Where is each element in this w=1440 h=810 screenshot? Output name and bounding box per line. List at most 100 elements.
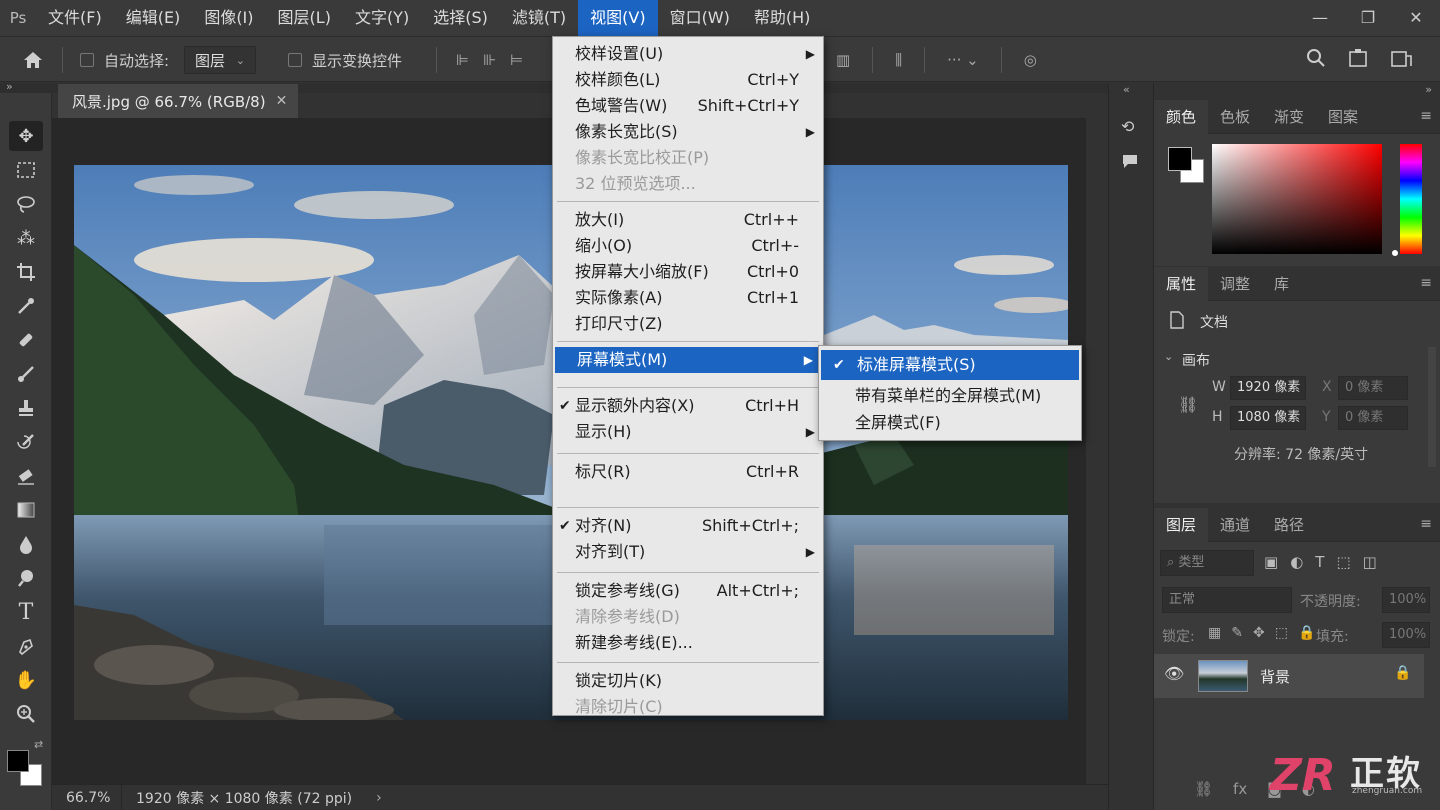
document-tab[interactable]: 风景.jpg @ 66.7% (RGB/8) ✕ [58, 84, 298, 118]
view-menu-item[interactable]: 像素长宽比(S) ▶ [553, 119, 823, 145]
view-menu-item[interactable]: 校样设置(U) ▶ [553, 41, 823, 67]
blur-tool-icon[interactable] [9, 529, 43, 559]
auto-select-dropdown[interactable]: 图层 ⌄ [184, 46, 256, 74]
align-right-icon[interactable]: ⊨ [510, 51, 523, 69]
close-tab-icon[interactable]: ✕ [276, 93, 288, 109]
menu-file[interactable]: 文件(F) [36, 0, 114, 36]
pen-tool-icon[interactable] [9, 631, 43, 661]
type-tool-icon[interactable]: T [9, 597, 43, 627]
menu-help[interactable]: 帮助(H) [742, 0, 823, 36]
brush-tool-icon[interactable] [9, 359, 43, 389]
lasso-tool-icon[interactable] [9, 189, 43, 219]
vertical-scrollbar[interactable] [1086, 118, 1108, 784]
collapse-panels-icon[interactable]: « [1123, 83, 1130, 96]
screen-mode-item[interactable]: ✔ 标准屏幕模式(S) [821, 350, 1079, 380]
menu-layer[interactable]: 图层(L) [266, 0, 343, 36]
foreground-color-swatch[interactable] [7, 750, 29, 772]
menu-image[interactable]: 图像(I) [192, 0, 265, 36]
layer-name[interactable]: 背景 [1260, 666, 1290, 687]
lock-image-icon[interactable]: ✎ [1231, 625, 1243, 641]
fx-icon[interactable]: fx [1233, 780, 1247, 798]
chevron-down-icon[interactable]: ⌄ [1164, 350, 1173, 363]
crop-tool-icon[interactable] [9, 257, 43, 287]
filter-pixel-icon[interactable]: ▣ [1264, 553, 1278, 571]
tab-libraries[interactable]: 库 [1262, 267, 1301, 301]
comments-panel-icon[interactable] [1121, 153, 1139, 173]
view-menu-item[interactable]: 像素长宽比校正(P) [553, 145, 823, 171]
view-menu-item[interactable]: 色域警告(W) Shift+Ctrl+Y [553, 93, 823, 119]
distribute-icon[interactable]: ▥ [836, 51, 850, 69]
view-menu-item[interactable]: 新建参考线(E)... [553, 630, 823, 656]
eraser-tool-icon[interactable] [9, 461, 43, 491]
menu-view[interactable]: 视图(V) [578, 0, 658, 36]
3d-mode-icon[interactable]: ◎ [1024, 51, 1037, 69]
move-tool-icon[interactable]: ✥ [9, 121, 43, 151]
home-icon[interactable] [22, 37, 44, 83]
width-field[interactable]: 1920 像素 [1230, 376, 1306, 400]
tab-swatches[interactable]: 色板 [1208, 100, 1262, 134]
menu-select[interactable]: 选择(S) [421, 0, 500, 36]
filter-adjustment-icon[interactable]: ◐ [1290, 553, 1303, 571]
align-left-icon[interactable]: ⊫ [456, 51, 469, 69]
view-menu-item[interactable]: 显示(H) ▶ [553, 419, 823, 445]
color-picker-handle[interactable] [1392, 250, 1398, 256]
properties-scrollbar[interactable] [1428, 347, 1436, 467]
search-icon[interactable] [1306, 48, 1326, 72]
screen-mode-item[interactable]: 带有菜单栏的全屏模式(M) [819, 383, 1081, 409]
color-fg-swatch[interactable] [1168, 147, 1192, 171]
eyedropper-tool-icon[interactable] [9, 291, 43, 321]
view-menu-item[interactable]: 对齐到(T) ▶ [553, 539, 823, 565]
view-menu-item[interactable]: 校样颜色(L) Ctrl+Y [553, 67, 823, 93]
menu-edit[interactable]: 编辑(E) [114, 0, 193, 36]
collapse-left-icon[interactable]: » [6, 80, 13, 93]
chevron-right-icon[interactable]: › [376, 790, 382, 806]
lock-transparent-icon[interactable]: ▦ [1208, 625, 1221, 641]
layer-row[interactable]: 👁 背景 🔒 [1154, 654, 1424, 698]
view-menu-item[interactable]: 锁定参考线(G) Alt+Ctrl+; [553, 578, 823, 604]
quick-select-tool-icon[interactable]: ⁂ [9, 223, 43, 253]
show-transform-toggle[interactable]: 显示变换控件 [288, 37, 402, 83]
expand-panels-icon[interactable]: » [1425, 83, 1432, 96]
minimize-button[interactable]: — [1296, 0, 1344, 36]
fill-field[interactable]: 100% [1382, 622, 1430, 648]
view-menu-item[interactable]: 放大(I) Ctrl++ [553, 207, 823, 233]
filter-smart-object-icon[interactable]: ◫ [1363, 553, 1377, 571]
panel-menu-icon[interactable]: ≡ [1420, 108, 1432, 124]
y-field[interactable]: 0 像素 [1338, 406, 1408, 430]
link-icon[interactable]: ⛓ [1178, 395, 1198, 414]
document-info[interactable]: 1920 像素 × 1080 像素 (72 ppi) [122, 788, 352, 808]
lock-artboard-icon[interactable]: ⬚ [1275, 625, 1288, 641]
more-options-icon[interactable]: ··· ⌄ [947, 51, 979, 69]
lock-all-icon[interactable]: 🔒 [1298, 625, 1315, 641]
close-button[interactable]: ✕ [1392, 0, 1440, 36]
layer-filter-dropdown[interactable]: ⌕ 类型 [1160, 550, 1254, 576]
filter-shape-icon[interactable]: ⬚ [1336, 553, 1350, 571]
height-field[interactable]: 1080 像素 [1230, 406, 1306, 430]
eye-icon[interactable]: 👁 [1164, 664, 1184, 683]
filter-type-icon[interactable]: T [1315, 553, 1324, 571]
tab-patterns[interactable]: 图案 [1316, 100, 1370, 134]
menu-filter[interactable]: 滤镜(T) [500, 0, 578, 36]
saturation-field[interactable] [1212, 144, 1382, 254]
opacity-field[interactable]: 100% [1382, 587, 1430, 613]
zoom-level[interactable]: 66.7% [52, 784, 122, 810]
align-center-icon[interactable]: ⊪ [483, 51, 496, 69]
hand-tool-icon[interactable]: ✋ [9, 665, 43, 695]
zoom-tool-icon[interactable] [9, 699, 43, 729]
tab-channels[interactable]: 通道 [1208, 508, 1262, 542]
view-menu-item[interactable]: 缩小(O) Ctrl+- [553, 233, 823, 259]
lock-position-icon[interactable]: ✥ [1253, 625, 1265, 641]
restore-button[interactable]: ❐ [1344, 0, 1392, 36]
clone-stamp-tool-icon[interactable] [9, 393, 43, 423]
tab-properties[interactable]: 属性 [1154, 266, 1209, 301]
view-menu-item[interactable]: ✔ 显示额外内容(X) Ctrl+H [553, 393, 823, 419]
blend-mode-dropdown[interactable]: 正常 [1162, 587, 1292, 613]
marquee-tool-icon[interactable] [9, 155, 43, 185]
view-menu-item[interactable]: 打印尺寸(Z) [553, 311, 823, 337]
view-menu-item[interactable]: 按屏幕大小缩放(F) Ctrl+0 [553, 259, 823, 285]
view-menu-item[interactable]: 清除切片(C) [553, 694, 823, 720]
workspace-icon[interactable] [1348, 48, 1368, 72]
tab-gradients[interactable]: 渐变 [1262, 100, 1316, 134]
x-field[interactable]: 0 像素 [1338, 376, 1408, 400]
hue-slider[interactable] [1400, 144, 1422, 254]
